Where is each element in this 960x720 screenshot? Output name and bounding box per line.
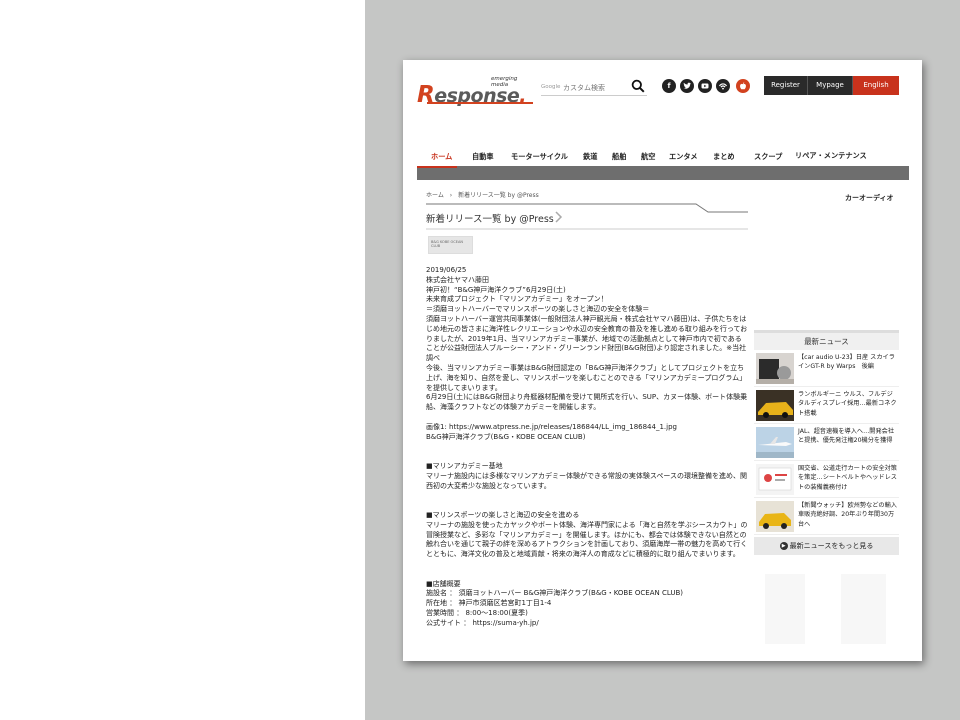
article-paragraph: マリーナ施設内には多様なマリンアカデミー体験ができる常設の実体験スペースの環境整… [426,471,748,490]
page-title: 新着リリース一覧 by @Press [426,214,554,225]
logo-wordmark: Response. [417,82,527,108]
store-hours: 営業時間 ： 8:00〜18:00(夏季) [426,608,528,617]
nav-item-scoop[interactable]: スクープ [754,152,782,162]
article-headline: 神戸初！“B&G神戸海洋クラブ”6月29日(土) [426,285,566,294]
store-name: 施設名 ： 須磨ヨットハーバー B&G神戸海洋クラブ(B&G・KOBE OCEA… [426,589,684,598]
register-button[interactable]: Register [764,76,808,95]
response-logo[interactable]: emerging media Response. [417,76,535,108]
news-thumbnail [756,353,794,384]
rss-icon[interactable] [716,79,730,93]
news-headline: 国交省、公道走行カートの安全対策を策定…シートベルトやヘッドレストの装備義務付け [798,465,897,491]
logo-swoosh [427,102,533,104]
nav-item-car[interactable]: 自動車 [472,152,494,162]
breadcrumb-home[interactable]: ホーム [426,192,444,199]
youtube-icon[interactable] [698,79,712,93]
nav-item-home[interactable]: ホーム [431,152,452,162]
nav-item-car-audio[interactable]: カーオーディオ [845,193,894,203]
press-release-logo: B&G KOBE OCEAN CLUB [428,236,473,254]
article-paragraph: 今後、当マリンアカデミー事業はB&G財団認定の「B&G神戸海洋クラブ」としてプロ… [426,363,747,392]
ad-placeholder [765,574,886,644]
english-button[interactable]: English [853,76,899,95]
nav-item-ship[interactable]: 船舶 [612,152,626,162]
twitter-icon[interactable] [680,79,694,93]
image-caption: B&G神戸海洋クラブ(B&G・KOBE OCEAN CLUB) [426,432,586,441]
mypage-button[interactable]: Mypage [808,76,853,95]
main-nav: ホーム 自動車 モーターサイクル 鉄道 船舶 航空 エンタメ まとめ スクープ … [417,151,909,166]
news-thumbnail [756,427,794,458]
article-headline: 未来育成プロジェクト「マリンアカデミー」をオープン！ [426,295,608,304]
nav-bar [417,166,909,180]
article-company: 株式会社ヤマハ藤田 [426,275,489,284]
image-link[interactable]: 画像1: https://www.atpress.ne.jp/releases/… [426,423,748,433]
more-news-button[interactable]: ▶ 最新ニュースをもっと見る [754,537,899,555]
nav-item-entertainment[interactable]: エンタメ [669,152,698,162]
news-item[interactable]: JAL、超音速機を導入へ…開発会社と提携、優先発注権20機分を獲得 [754,424,899,461]
news-thumbnail [756,464,794,495]
article-date: 2019/06/25 [426,266,467,274]
breadcrumb-current: 新着リリース一覧 by @Press [458,192,539,199]
nav-item-aviation[interactable]: 航空 [641,152,655,162]
nav-item-matome[interactable]: まとめ [713,152,735,162]
breadcrumb: ホーム › 新着リリース一覧 by @Press [426,190,543,199]
news-item[interactable]: ランボルギーニ ウルス、フルデジタルディスプレイ採用…最新コネクト搭載 [754,387,899,424]
breadcrumb-separator: › [449,192,453,199]
section-heading-sports: ■マリンスポーツの楽しさと海辺の安全を進める [426,510,580,519]
article-paragraph: 須磨ヨットハーバー運営共同事業体(一般財団法人神戸観光局・株式会社ヤマハ藤田)は… [426,314,748,363]
store-address: 所在地 ： 神戸市須磨区若宮町1丁目1-4 [426,599,552,608]
latest-news-sidebar: 最新ニュース 【car audio U-23】日産 スカイラインGT-R by … [754,330,899,555]
nav-item-railway[interactable]: 鉄道 [583,152,597,162]
section-heading-base: ■マリンアカデミー基地 [426,461,503,470]
news-headline: ランボルギーニ ウルス、フルデジタルディスプレイ採用…最新コネクト搭載 [798,391,897,417]
nav-item-motorcycle[interactable]: モーターサイクル [511,152,568,162]
chevron-right-icon [555,211,563,223]
search-icon[interactable] [631,79,645,93]
news-thumbnail [756,390,794,421]
article-paragraph: 6月29日(土)にはB&G財団より舟艇器材配備を受けて開所式を行い、SUP、カヌ… [426,393,748,412]
left-blank-area [0,0,365,720]
play-icon: ▶ [779,542,788,550]
webpage-screenshot: emerging media Response. Google f Regist… [403,60,922,661]
article-body: 2019/06/25 株式会社ヤマハ藤田 神戸初！“B&G神戸海洋クラブ”6月2… [426,266,748,644]
nav-item-repair[interactable]: リペア・メンテナンス [795,147,875,165]
news-item[interactable]: 国交省、公道走行カートの安全対策を策定…シートベルトやヘッドレストの装備義務付け [754,461,899,498]
news-item[interactable]: 【car audio U-23】日産 スカイラインGT-R by Warps 後… [754,350,899,387]
news-thumbnail [756,501,794,532]
news-headline: 【新聞ウォッチ】欧州勢などの輸入車販売絶好調、20年ぶり年間30万台へ [798,502,897,528]
article-subheadline: ＝須磨ヨットハーバーでマリンスポーツの楽しさと海辺の安全を体験＝ [426,305,650,314]
search-input[interactable] [563,82,639,94]
news-item[interactable]: 【新聞ウォッチ】欧州勢などの輸入車販売絶好調、20年ぶり年間30万台へ [754,498,899,535]
search-google-label: Google [541,84,561,90]
more-news-label: 最新ニュースをもっと見る [789,542,874,550]
store-site[interactable]: 公式サイト ： https://suma-yh.jp/ [426,619,748,629]
sidebar-title: 最新ニュース [754,330,899,350]
nav-active-indicator [417,166,457,168]
apple-icon[interactable] [736,79,750,93]
news-headline: 【car audio U-23】日産 スカイラインGT-R by Warps 後… [798,354,895,371]
facebook-icon[interactable]: f [662,79,676,93]
news-headline: JAL、超音速機を導入へ…開発会社と提携、優先発注権20機分を獲得 [798,428,895,445]
article-paragraph: マリーナの施設を使ったカヤックやボート体験、海洋専門家による「海と自然を学ぶシー… [426,520,748,559]
section-heading-store: ■店舗概要 [426,579,461,588]
